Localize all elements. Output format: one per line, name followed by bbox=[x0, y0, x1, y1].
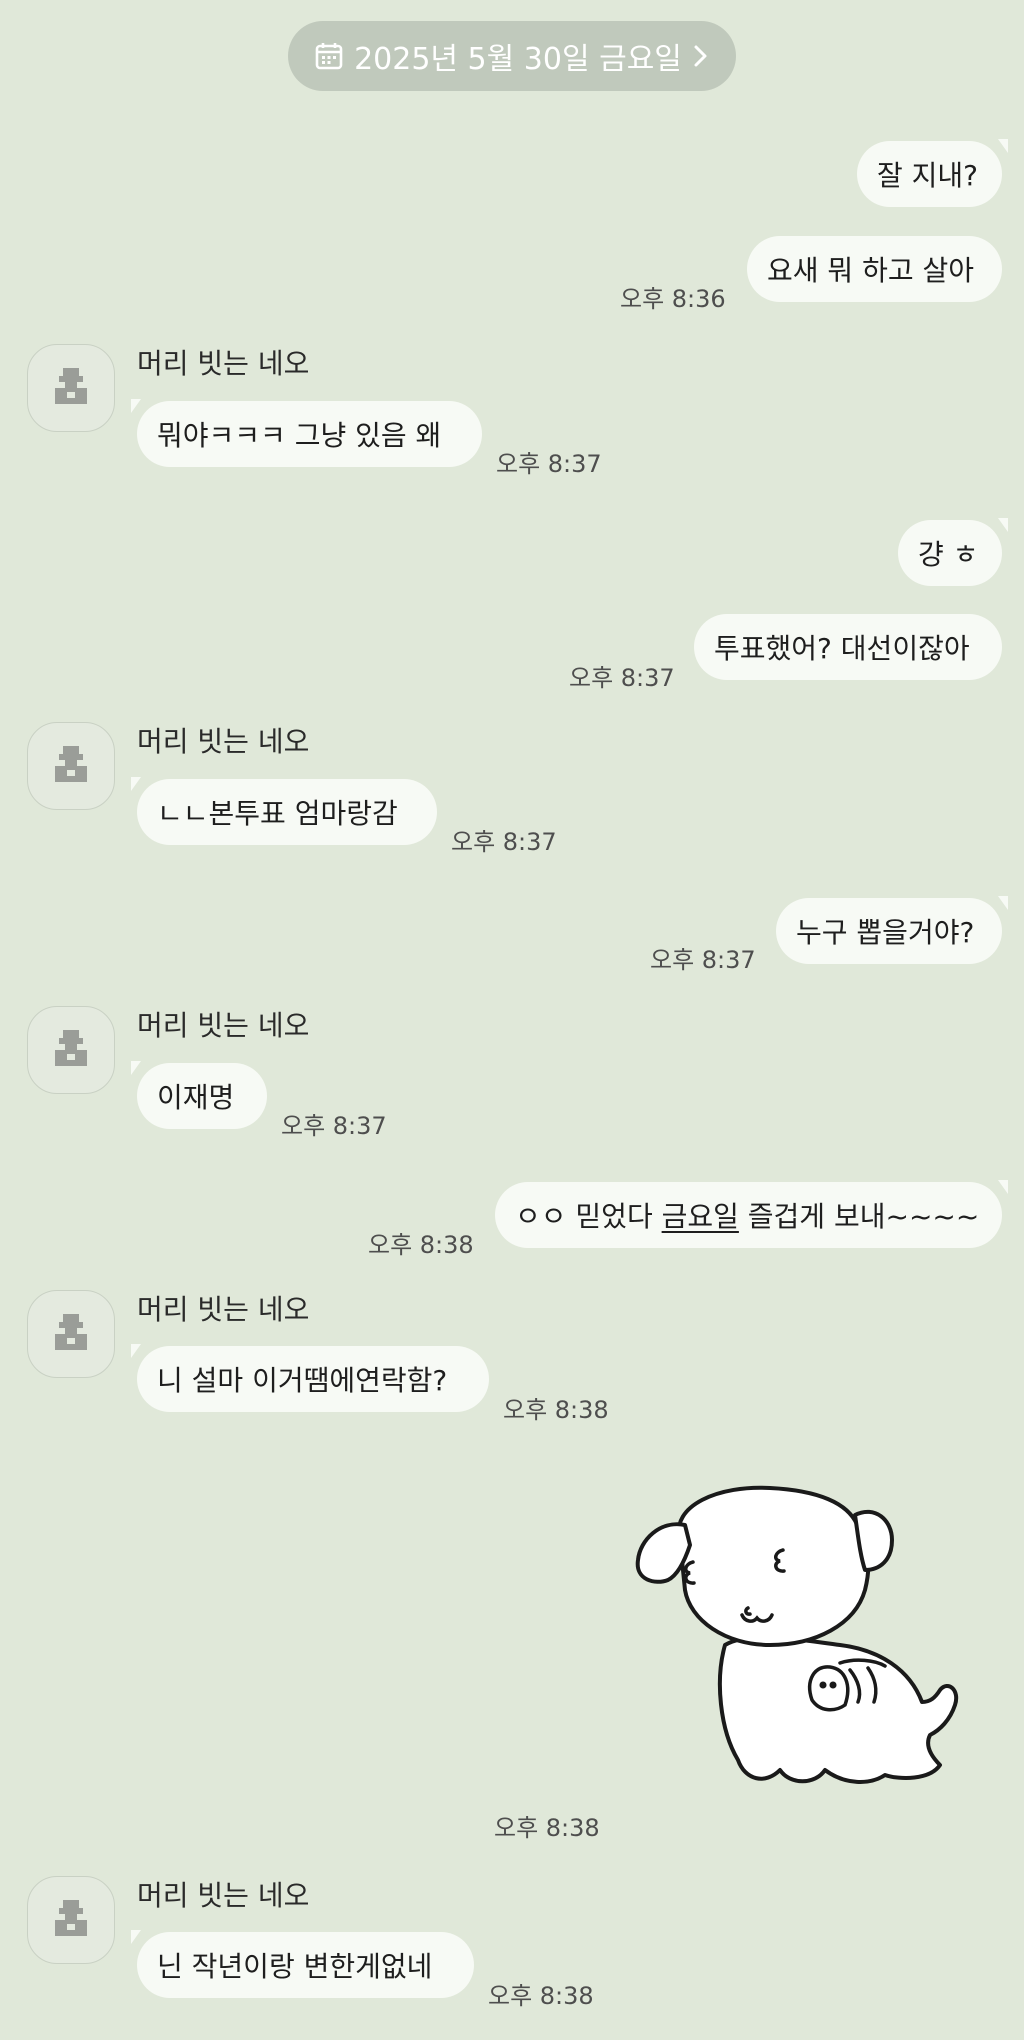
message-bubble-sent[interactable]: 누구 뽑을거야? bbox=[776, 896, 1008, 964]
message-bubble-sent[interactable]: 걍 ㅎ bbox=[898, 518, 1008, 586]
message-text: ㄴㄴ본투표 엄마랑감 bbox=[157, 797, 398, 830]
bubble-tail bbox=[131, 1061, 141, 1075]
message-text: 닌 작년이랑 변한게없네 bbox=[157, 1950, 433, 1983]
chevron-right-icon bbox=[692, 43, 710, 69]
message-time: 오후 8:38 bbox=[503, 1396, 609, 1424]
message-text: ㅇㅇ 믿었다 bbox=[515, 1200, 662, 1233]
message-text: 즐겁게 보내~~~~ bbox=[738, 1200, 980, 1233]
default-profile-icon bbox=[55, 1900, 87, 1936]
message-text: 이재명 bbox=[157, 1081, 235, 1114]
avatar[interactable] bbox=[27, 1006, 115, 1094]
message-text: 니 설마 이거땜에연락함? bbox=[157, 1364, 448, 1397]
avatar[interactable] bbox=[27, 1876, 115, 1964]
bubble-tail bbox=[998, 139, 1008, 153]
message-bubble-received[interactable]: 닌 작년이랑 변한게없네 bbox=[131, 1930, 474, 1998]
message-bubble-received[interactable]: ㄴㄴ본투표 엄마랑감 bbox=[131, 777, 437, 845]
sender-name: 머리 빗는 네오 bbox=[137, 1009, 310, 1042]
message-time: 오후 8:38 bbox=[368, 1231, 474, 1259]
message-time: 오후 8:37 bbox=[650, 946, 756, 974]
message-text: 누구 뽑을거야? bbox=[796, 916, 975, 949]
message-text: 걍 ㅎ bbox=[918, 538, 979, 571]
message-text: 투표했어? 대선이잖아 bbox=[714, 632, 970, 665]
message-bubble-sent[interactable]: 투표했어? 대선이잖아 bbox=[694, 614, 1002, 680]
message-time: 오후 8:37 bbox=[569, 664, 675, 692]
bubble-tail bbox=[998, 896, 1008, 910]
bubble-tail bbox=[131, 1344, 141, 1358]
message-text: 잘 지내? bbox=[877, 159, 979, 192]
date-link[interactable]: 금요일 bbox=[662, 1195, 739, 1235]
default-profile-icon bbox=[55, 368, 87, 404]
message-time: 오후 8:38 bbox=[494, 1814, 600, 1842]
message-text: 뭐야ㅋㅋㅋ 그냥 있음 왜 bbox=[157, 419, 442, 452]
bubble-tail bbox=[998, 518, 1008, 532]
message-time: 오후 8:36 bbox=[620, 285, 726, 313]
message-bubble-received[interactable]: 니 설마 이거땜에연락함? bbox=[131, 1344, 489, 1412]
avatar[interactable] bbox=[27, 722, 115, 810]
default-profile-icon bbox=[55, 746, 87, 782]
calendar-icon bbox=[314, 41, 344, 71]
sender-name: 머리 빗는 네오 bbox=[137, 725, 310, 758]
sender-name: 머리 빗는 네오 bbox=[137, 1879, 310, 1912]
message-bubble-sent[interactable]: 잘 지내? bbox=[857, 139, 1008, 207]
bubble-tail bbox=[131, 399, 141, 413]
sender-name: 머리 빗는 네오 bbox=[137, 1293, 310, 1326]
bubble-tail bbox=[131, 1930, 141, 1944]
message-time: 오후 8:37 bbox=[281, 1112, 387, 1140]
message-bubble-sent[interactable]: ㅇㅇ 믿었다 금요일 즐겁게 보내~~~~ bbox=[495, 1180, 1008, 1248]
message-bubble-received[interactable]: 이재명 bbox=[131, 1061, 267, 1129]
puppy-sticker[interactable] bbox=[630, 1480, 980, 1810]
bubble-tail bbox=[998, 1180, 1008, 1194]
message-bubble-received[interactable]: 뭐야ㅋㅋㅋ 그냥 있음 왜 bbox=[131, 399, 482, 467]
message-bubble-sent[interactable]: 요새 뭐 하고 살아 bbox=[747, 236, 1002, 302]
bubble-tail bbox=[131, 777, 141, 791]
default-profile-icon bbox=[55, 1314, 87, 1350]
default-profile-icon bbox=[55, 1030, 87, 1066]
sender-name: 머리 빗는 네오 bbox=[137, 347, 310, 380]
date-label: 2025년 5월 30일 금요일 bbox=[354, 42, 682, 77]
avatar[interactable] bbox=[27, 344, 115, 432]
date-header-pill[interactable]: 2025년 5월 30일 금요일 bbox=[288, 21, 736, 91]
message-text: 요새 뭐 하고 살아 bbox=[767, 254, 975, 287]
message-time: 오후 8:37 bbox=[451, 828, 557, 856]
message-time: 오후 8:37 bbox=[496, 450, 602, 478]
avatar[interactable] bbox=[27, 1290, 115, 1378]
message-time: 오후 8:38 bbox=[488, 1982, 594, 2010]
